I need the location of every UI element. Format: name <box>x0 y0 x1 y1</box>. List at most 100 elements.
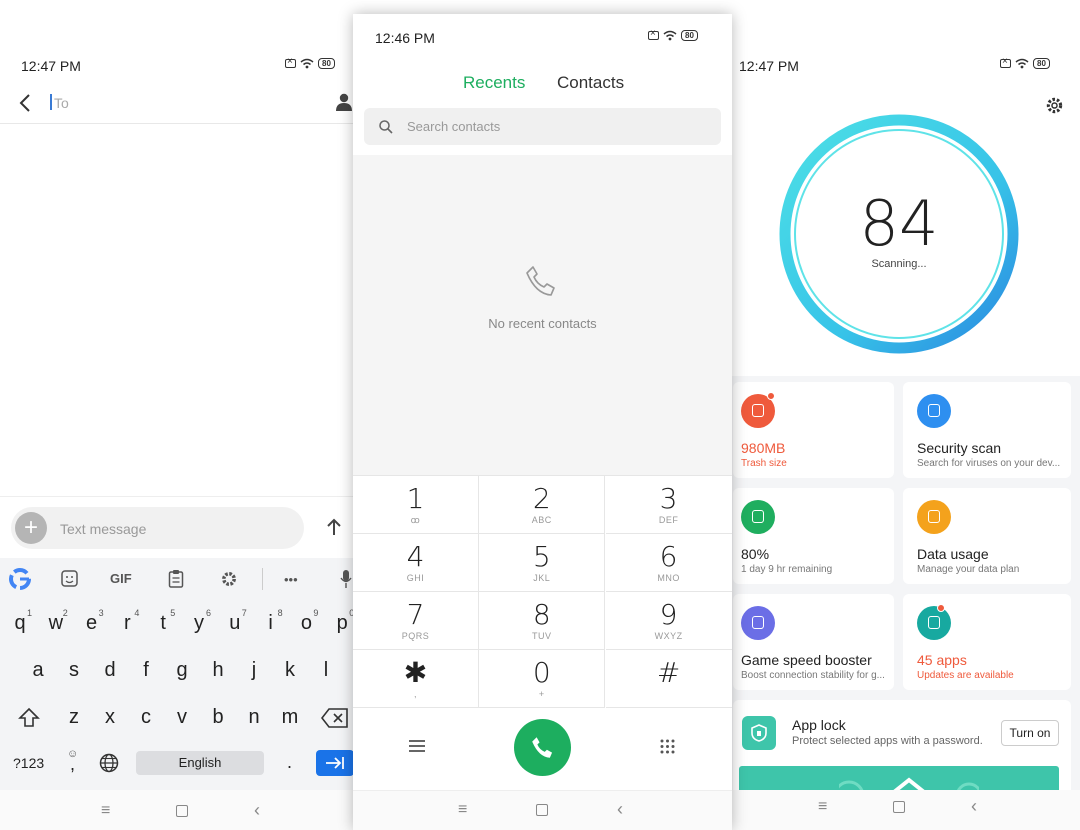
dial-key[interactable]: ✱, <box>353 650 479 708</box>
key-c[interactable]: c <box>131 706 161 729</box>
dial-letters: TUV <box>532 631 552 641</box>
feature-card[interactable]: 80% 1 day 9 hr remaining <box>733 488 894 584</box>
alert-dot <box>937 604 945 612</box>
tab-recents[interactable]: Recents <box>463 73 525 93</box>
key-h[interactable]: h <box>203 659 233 682</box>
attach-plus-icon[interactable]: + <box>15 512 47 544</box>
dial-key[interactable]: 4 GHI <box>353 534 479 592</box>
back-nav-icon[interactable]: ‹ <box>254 800 260 821</box>
key-a[interactable]: a <box>23 659 53 682</box>
home-nav-icon[interactable] <box>536 804 548 816</box>
period-key[interactable]: . <box>287 752 292 773</box>
send-arrow-icon[interactable] <box>325 517 343 537</box>
dial-key[interactable]: 9 WXYZ <box>605 592 732 650</box>
key-x[interactable]: x <box>95 706 125 729</box>
key-number-hint: 6 <box>206 608 212 618</box>
dial-digit: ✱ <box>403 656 428 689</box>
menu-icon[interactable] <box>409 739 425 753</box>
shield-icon <box>742 716 776 750</box>
card-subtitle: Trash size <box>741 458 787 469</box>
sim-off-icon <box>648 27 659 41</box>
call-button[interactable] <box>514 719 571 776</box>
dial-key[interactable]: 5 JKL <box>479 534 606 592</box>
contact-picker-icon[interactable] <box>336 93 352 111</box>
message-input[interactable]: + Text message <box>11 507 304 549</box>
card-icon-glyph <box>752 616 764 629</box>
key-z[interactable]: z <box>59 706 89 729</box>
comma-key[interactable]: , <box>70 754 75 775</box>
dial-digit: 5 <box>532 540 551 573</box>
dial-key[interactable]: 0 + <box>479 650 606 708</box>
space-bar[interactable]: English <box>136 751 264 775</box>
turn-on-button[interactable]: Turn on <box>1001 720 1059 746</box>
home-nav-icon[interactable] <box>176 805 188 817</box>
dial-key[interactable]: 8 TUV <box>479 592 606 650</box>
enter-key[interactable] <box>316 750 354 776</box>
key-k[interactable]: k <box>275 659 305 682</box>
recents-list: No recent contacts <box>353 155 732 475</box>
feature-card[interactable]: Data usage Manage your data plan <box>903 488 1071 584</box>
menu-nav-icon[interactable]: ≡ <box>101 802 110 820</box>
settings-gear-icon[interactable] <box>220 570 238 588</box>
to-field[interactable]: To <box>54 95 69 111</box>
globe-icon[interactable] <box>99 753 119 773</box>
tab-contacts[interactable]: Contacts <box>557 73 624 93</box>
feature-card[interactable]: Security scan Search for viruses on your … <box>903 382 1071 478</box>
dialer-screen: 12:46 PM 80 Recents Contacts Search cont… <box>353 14 732 830</box>
dial-key[interactable]: 1ꝏ <box>353 476 479 534</box>
sticker-icon[interactable] <box>61 570 78 587</box>
status-time: 12:47 PM <box>21 58 81 74</box>
clipboard-icon[interactable] <box>168 569 184 588</box>
dial-letters: + <box>538 689 545 699</box>
back-nav-icon[interactable]: ‹ <box>617 799 623 820</box>
key-m[interactable]: m <box>275 706 305 729</box>
key-b[interactable]: b <box>203 706 233 729</box>
status-icons: 80 <box>285 55 335 69</box>
status-time: 12:46 PM <box>375 30 435 46</box>
dial-digit: 0 <box>532 656 551 689</box>
gif-button[interactable]: GIF <box>110 571 132 586</box>
key-j[interactable]: j <box>239 659 269 682</box>
key-s[interactable]: s <box>59 659 89 682</box>
feature-card[interactable]: Game speed booster Boost connection stabi… <box>733 594 894 690</box>
toolbar-divider <box>262 568 263 590</box>
search-placeholder: Search contacts <box>407 119 501 134</box>
key-g[interactable]: g <box>167 659 197 682</box>
microphone-icon[interactable] <box>340 569 352 589</box>
key-v[interactable]: v <box>167 706 197 729</box>
key-l[interactable]: l <box>311 659 341 682</box>
key-f[interactable]: f <box>131 659 161 682</box>
back-nav-icon[interactable]: ‹ <box>971 796 977 817</box>
home-nav-icon[interactable] <box>893 801 905 813</box>
status-time: 12:47 PM <box>739 58 799 74</box>
back-arrow-icon[interactable] <box>18 93 32 113</box>
battery-indicator: 80 <box>318 58 335 69</box>
phone-icon <box>532 737 553 758</box>
menu-nav-icon[interactable]: ≡ <box>818 798 827 816</box>
google-icon[interactable] <box>8 567 32 596</box>
menu-nav-icon[interactable]: ≡ <box>458 801 467 819</box>
settings-gear-icon[interactable] <box>1045 96 1064 115</box>
search-bar[interactable]: Search contacts <box>364 108 721 145</box>
key-n[interactable]: n <box>239 706 269 729</box>
empty-state-text: No recent contacts <box>488 316 597 331</box>
key-d[interactable]: d <box>95 659 125 682</box>
dial-key[interactable]: 6 MNO <box>605 534 732 592</box>
dial-key[interactable]: 2 ABC <box>479 476 606 534</box>
dial-digit: 4 <box>406 540 425 573</box>
security-screen: 12:47 PM 80 84 Scanning... 980MB Trash si… <box>730 46 1080 830</box>
feature-card[interactable]: 45 apps Updates are available <box>903 594 1071 690</box>
feature-card[interactable]: 980MB Trash size <box>733 382 894 478</box>
card-icon-glyph <box>752 404 764 417</box>
dialpad-toggle-icon[interactable] <box>660 739 675 754</box>
dial-key[interactable]: 3 DEF <box>605 476 732 534</box>
dial-key[interactable]: 7 PQRS <box>353 592 479 650</box>
symbols-key[interactable]: ?123 <box>13 755 44 771</box>
dial-key[interactable]: # <box>605 650 732 708</box>
backspace-icon[interactable] <box>321 708 349 728</box>
dial-letters: JKL <box>533 573 551 583</box>
shift-icon[interactable] <box>18 707 40 728</box>
dial-digit: 9 <box>659 598 678 631</box>
more-options-icon[interactable]: ••• <box>284 572 298 587</box>
messaging-screen: 12:47 PM 80 To + Text message GIF ••• qw… <box>0 0 356 830</box>
